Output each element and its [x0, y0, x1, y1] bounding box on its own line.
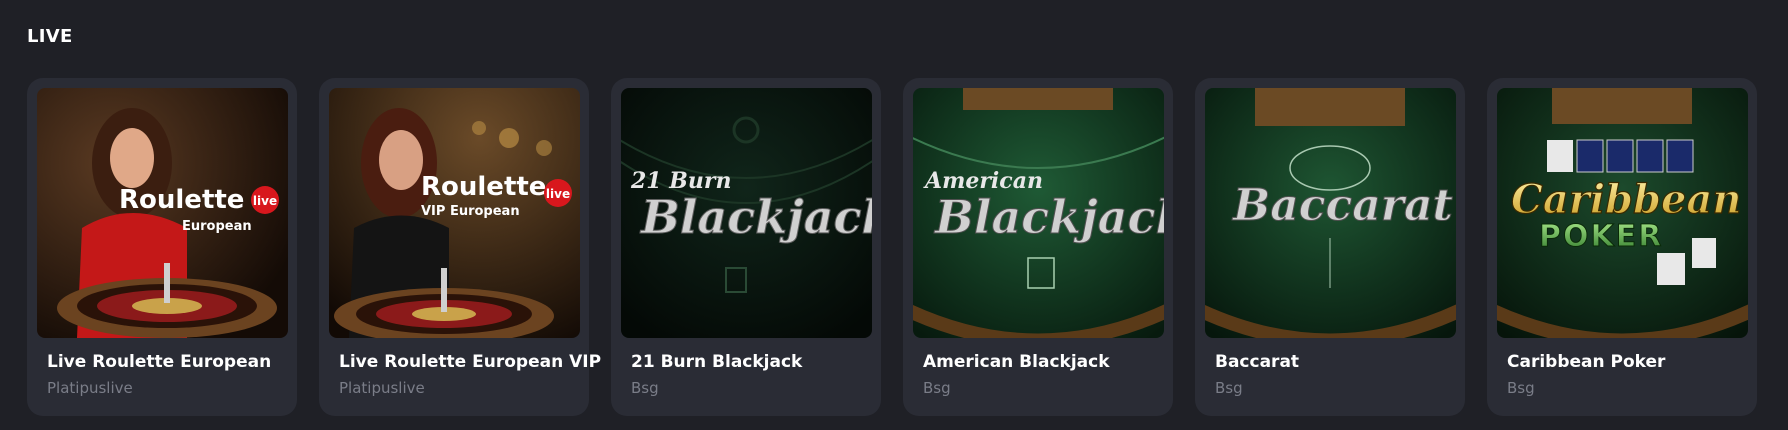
game-title[interactable]: Caribbean Poker [1507, 352, 1665, 372]
game-provider: Platipuslive [339, 379, 425, 397]
game-provider: Bsg [923, 379, 951, 397]
thumb-big-text: Blackjack [639, 190, 872, 244]
live-badge-label: live [546, 187, 570, 201]
game-cards-row: Roulette live European Live Roulette Eur… [27, 78, 1757, 416]
live-games-section: LIVE Roulette live European Live Roulett… [0, 0, 1788, 430]
thumb-title: Roulette [421, 172, 546, 202]
thumb-subtitle: POKER [1539, 219, 1663, 254]
game-card-live-roulette-european[interactable]: Roulette live European Live Roulette Eur… [27, 78, 297, 416]
game-card-american-blackjack[interactable]: American Blackjack American Blackjack Bs… [903, 78, 1173, 416]
thumb-title: Roulette [119, 185, 244, 215]
game-card-caribbean-poker[interactable]: Caribbean POKER Caribbean Poker Bsg [1487, 78, 1757, 416]
live-badge-label: live [253, 194, 277, 208]
thumb-big-text: Baccarat [1231, 180, 1453, 231]
thumb-big-text: Blackjack [933, 190, 1164, 244]
game-title[interactable]: Live Roulette European VIP [339, 352, 601, 372]
game-thumbnail[interactable]: Caribbean POKER [1497, 88, 1748, 338]
thumb-title: Caribbean [1511, 176, 1741, 223]
game-card-baccarat[interactable]: Baccarat Baccarat Bsg [1195, 78, 1465, 416]
game-card-live-roulette-european-vip[interactable]: Roulette live VIP European Live Roulette… [319, 78, 601, 416]
game-thumbnail[interactable]: Baccarat [1205, 88, 1456, 338]
game-card-21-burn-blackjack[interactable]: 21 Burn Blackjack 21 Burn Blackjack Bsg [611, 78, 881, 416]
game-provider: Platipuslive [47, 379, 133, 397]
game-provider: Bsg [631, 379, 659, 397]
game-title[interactable]: American Blackjack [923, 352, 1110, 372]
game-title[interactable]: Live Roulette European [47, 352, 271, 372]
section-title: LIVE [27, 26, 73, 47]
game-thumbnail[interactable]: Roulette live European [37, 88, 288, 338]
game-thumbnail[interactable]: American Blackjack [913, 88, 1164, 338]
thumb-subtitle: European [182, 219, 252, 234]
game-title[interactable]: 21 Burn Blackjack [631, 352, 802, 372]
game-thumbnail[interactable]: 21 Burn Blackjack [621, 88, 872, 338]
thumb-subtitle: VIP European [421, 204, 520, 219]
game-provider: Bsg [1507, 379, 1535, 397]
game-thumbnail[interactable]: Roulette live VIP European [329, 88, 580, 338]
game-provider: Bsg [1215, 379, 1243, 397]
game-title[interactable]: Baccarat [1215, 352, 1299, 372]
